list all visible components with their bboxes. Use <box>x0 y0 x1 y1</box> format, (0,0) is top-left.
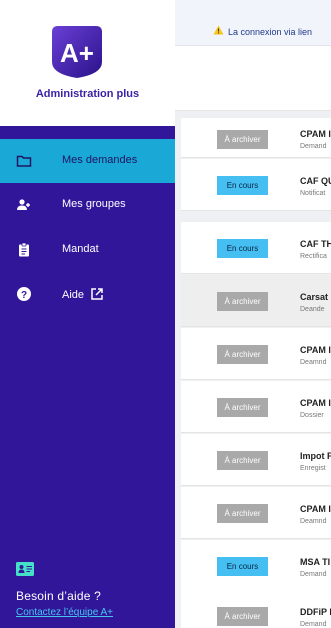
table-row[interactable]: À archiver CPAM I Deamnd <box>181 487 331 539</box>
row-subtitle: Rectifica <box>300 253 327 260</box>
row-title: CPAM I <box>300 504 331 514</box>
table-row[interactable]: À archiver CPAM I Deamnd <box>181 328 331 380</box>
table-row[interactable]: En cours CAF QU Notificat <box>181 159 331 211</box>
alert-banner: La connexion via lien <box>175 0 331 46</box>
contact-team-link[interactable]: Contactez l’équipe A+ <box>16 607 175 618</box>
logo-area: A+ Administration plus <box>0 0 175 126</box>
row-title: CPAM I <box>300 398 331 408</box>
clipboard-icon <box>19 242 29 257</box>
status-badge: À archiver <box>217 607 268 626</box>
table-row[interactable]: En cours CAF TH Rectifica <box>181 222 331 274</box>
row-title: MSA TI <box>300 557 331 567</box>
table-row[interactable]: À archiver CPAM I Dossier <box>181 381 331 433</box>
table-row[interactable]: À archiver Impot F Enregist <box>181 434 331 486</box>
row-subtitle: Deande <box>300 306 325 313</box>
toolbar <box>175 46 331 111</box>
row-title: Carsat <box>300 292 329 302</box>
nav-label-mes-groupes: Mes groupes <box>62 198 126 210</box>
table-row[interactable]: À archiver CPAM I Demand <box>181 118 331 158</box>
nav-item-aide[interactable]: ? Aide <box>0 272 175 316</box>
row-title: CPAM I <box>300 129 331 139</box>
sidebar: A+ Administration plus Mes demandes Mes … <box>0 0 175 628</box>
row-subtitle: Deamnd <box>300 518 327 525</box>
row-subtitle: Demand <box>300 571 327 578</box>
help-icon: ? <box>17 287 31 301</box>
row-subtitle: Notificat <box>300 190 326 197</box>
row-subtitle: Enregist <box>300 465 326 472</box>
status-badge: À archiver <box>217 292 268 311</box>
svg-text:?: ? <box>21 290 27 301</box>
nav-label-aide: Aide <box>62 287 104 301</box>
row-title: DDFiP I <box>300 607 331 617</box>
status-badge: À archiver <box>217 451 268 470</box>
help-block: Besoin d’aide ? Contactez l’équipe A+ <box>0 562 175 618</box>
row-subtitle: Demand <box>300 143 327 150</box>
warning-icon <box>213 25 224 35</box>
logo-mark-text: A+ <box>60 38 94 68</box>
group-add-icon <box>17 199 30 210</box>
requests-list: À archiver CPAM I Demand En cours CAF QU… <box>175 118 331 628</box>
status-badge: À archiver <box>217 398 268 417</box>
row-title: Impot F <box>300 451 331 461</box>
table-row[interactable]: À archiver DDFiP I Demand <box>181 590 331 628</box>
contact-card-icon <box>16 562 34 576</box>
table-row-selected[interactable]: À archiver Carsat Deande <box>181 275 331 327</box>
nav-label-mandat: Mandat <box>62 243 99 255</box>
row-title: CPAM I <box>300 345 331 355</box>
nav-label-mes-demandes: Mes demandes <box>62 154 138 166</box>
alert-text: La connexion via lien <box>228 27 313 37</box>
help-title: Besoin d’aide ? <box>16 589 102 603</box>
nav-item-mandat[interactable]: Mandat <box>0 228 175 272</box>
logo-text: Administration plus <box>35 88 140 100</box>
row-subtitle: Dossier <box>300 412 324 419</box>
status-badge: En cours <box>217 176 268 195</box>
logo-icon[interactable]: A+ <box>48 22 106 80</box>
row-title: CAF TH <box>300 239 331 249</box>
external-link-icon <box>91 288 103 300</box>
status-badge: À archiver <box>217 345 268 364</box>
folder-icon <box>16 155 32 167</box>
nav-item-mes-groupes[interactable]: Mes groupes <box>0 183 175 227</box>
row-title: CAF QU <box>300 176 331 186</box>
row-subtitle: Deamnd <box>300 359 327 366</box>
row-subtitle: Demand <box>300 621 327 628</box>
status-badge: En cours <box>217 557 268 576</box>
status-badge: En cours <box>217 239 268 258</box>
status-badge: À archiver <box>217 504 268 523</box>
table-row[interactable]: En cours MSA TI Demand <box>181 540 331 592</box>
status-badge: À archiver <box>217 130 268 149</box>
nav-item-mes-demandes[interactable]: Mes demandes <box>0 139 175 183</box>
main-panel: La connexion via lien À archiver CPAM I … <box>175 0 331 628</box>
